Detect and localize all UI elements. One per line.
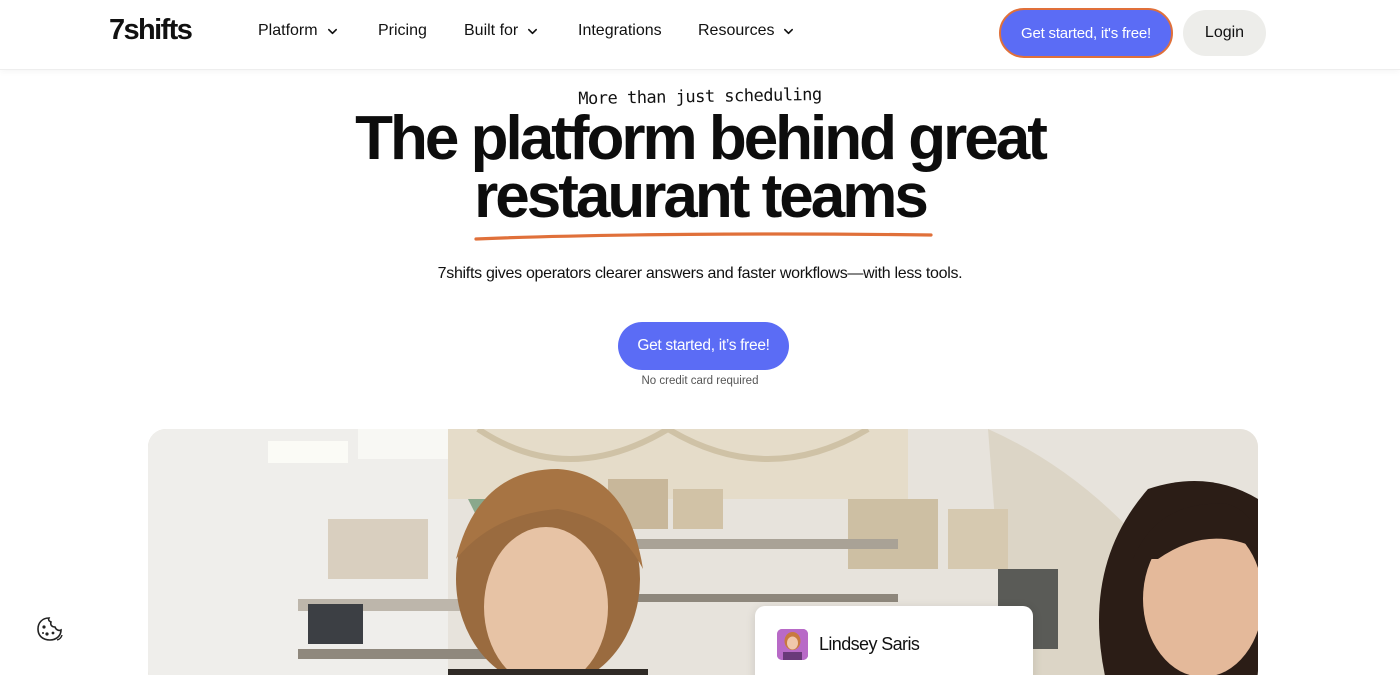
nav-label: Built for [464,22,519,39]
testimonial-card: Lindsey Saris [755,606,1033,675]
hero-get-started-button[interactable]: Get started, it’s free! [618,322,789,370]
nav-built-for[interactable]: Built for [464,22,538,40]
headline-line-2: restaurant teams [474,162,929,231]
headline-underline-decoration [474,232,933,241]
get-started-button[interactable]: Get started, it's free! [999,8,1173,58]
cookie-icon[interactable] [35,615,65,643]
nav-platform[interactable]: Platform [258,22,338,40]
nav-pricing[interactable]: Pricing [378,22,427,40]
headline-line-1: The platform behind great [355,104,1048,173]
nav-resources[interactable]: Resources [698,22,794,40]
site-header: 7shifts Platform Pricing Built for Integ… [0,0,1400,70]
no-credit-card-note: No credit card required [641,375,759,387]
chevron-down-icon [327,28,337,34]
logo[interactable]: 7shifts [109,14,193,47]
hero-subtitle: 7shifts gives operators clearer answers … [437,265,963,282]
nav-integrations[interactable]: Integrations [578,22,662,40]
hero-photo [148,429,1258,675]
chevron-down-icon [528,28,538,34]
chevron-down-icon [784,28,794,34]
login-button[interactable]: Login [1183,10,1266,56]
nav-label: Resources [698,22,775,39]
avatar [777,629,808,660]
restaurant-kitchen-illustration [148,429,1258,675]
testimonial-name: Lindsey Saris [819,634,920,654]
person-avatar-icon [777,629,808,660]
nav-label: Platform [258,22,318,39]
nav-label: Integrations [578,22,662,39]
hero-headline: The platform behind great restaurant tea… [0,104,1400,231]
nav-label: Pricing [378,22,427,39]
